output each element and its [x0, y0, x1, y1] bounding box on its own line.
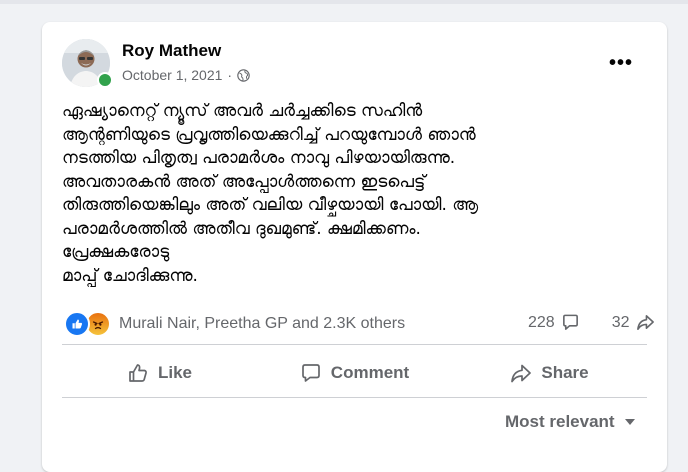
- comment-icon: [301, 364, 320, 382]
- actions-divider-top: [62, 344, 647, 345]
- post-content: ഏഷ്യാനെറ്റ് ന്യൂസ് അവർ ചർച്ചക്കിടെ സഹിൻ …: [62, 100, 622, 288]
- post-text-line: മാപ്പ് ചോദിക്കുന്നു.: [62, 265, 198, 286]
- comment-button[interactable]: Comment: [257, 351, 452, 395]
- like-button[interactable]: Like: [62, 351, 257, 395]
- post-date[interactable]: October 1, 2021: [122, 67, 222, 83]
- post-text-line: പരാമർശത്തിൽ അതീവ ദുഖമുണ്ട്. ക്ഷമിക്കണം.: [62, 218, 421, 239]
- share-icon: [511, 364, 532, 383]
- author-name[interactable]: Roy Mathew: [122, 41, 221, 61]
- comments-count[interactable]: 228: [528, 314, 555, 332]
- post-text-line: തിരുത്തിയെങ്കിലും അത് വലിയ വീഴ്ചയായി പോയ…: [62, 195, 479, 215]
- comment-label: Comment: [330, 363, 410, 382]
- post-text-line: പ്രേക്ഷകരോടു: [62, 242, 170, 262]
- meta-separator: ·: [227, 67, 233, 83]
- post-text-line: നടത്തിയ പിതൃത്വ പരാമർശം നാവു പിഴയായിരുന്…: [62, 148, 456, 168]
- shares-count[interactable]: 32: [612, 314, 630, 332]
- comment-bubble-icon[interactable]: [561, 313, 580, 332]
- thumbs-up-icon: [129, 364, 147, 382]
- post-text-line: അവതാരകൻ അത് അപ്പോൾത്തന്നെ ഇടപെട്ട്: [62, 171, 426, 192]
- actions-divider-bottom: [62, 397, 647, 398]
- top-divider: [0, 0, 688, 4]
- like-reaction-icon[interactable]: [64, 311, 90, 337]
- reactions-summary[interactable]: Murali Nair, Preetha GP and 2.3K others: [64, 311, 405, 337]
- share-label: Share: [541, 363, 589, 382]
- more-options-icon[interactable]: •••: [609, 52, 633, 75]
- engagement-counts: 228 32: [528, 313, 655, 332]
- post-actions-bar: Like Comment Share: [62, 351, 647, 395]
- caret-down-icon: [624, 419, 635, 425]
- share-arrow-icon[interactable]: [636, 313, 655, 332]
- online-status-dot: [97, 72, 113, 88]
- share-button[interactable]: Share: [452, 351, 647, 395]
- post-card: Roy Mathew October 1, 2021 · ••• ഏഷ്യാനെ…: [42, 22, 667, 472]
- post-meta: October 1, 2021 ·: [122, 67, 250, 83]
- reactions-names[interactable]: Murali Nair, Preetha GP and 2.3K others: [119, 315, 405, 333]
- sort-label: Most relevant: [505, 412, 615, 431]
- post-text-line: ഏഷ്യാനെറ്റ് ന്യൂസ് അവർ ചർച്ചക്കിടെ സഹിൻ: [62, 101, 423, 121]
- post-text-line: ആന്റണിയുടെ പ്രവൃത്തിയെക്കുറിച്ച് പറയുമ്പ…: [62, 124, 476, 145]
- globe-icon[interactable]: [237, 68, 250, 82]
- comment-sort-dropdown[interactable]: Most relevant: [505, 412, 636, 432]
- like-label: Like: [157, 363, 193, 382]
